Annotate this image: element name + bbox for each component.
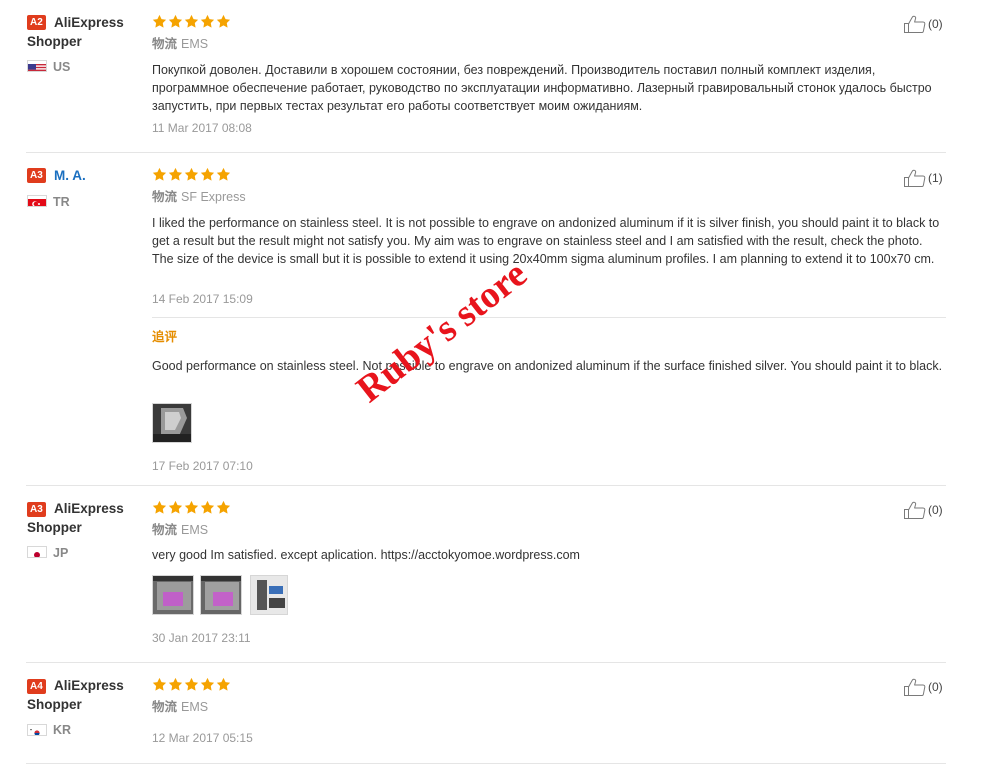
followup-divider — [152, 317, 946, 318]
star-icon — [152, 677, 167, 692]
thumbs-up-icon — [903, 14, 927, 34]
helpful-count: (0) — [928, 503, 943, 517]
star-icon — [168, 14, 183, 29]
star-icon — [216, 167, 231, 182]
reviewer-country: JP — [53, 546, 69, 560]
helpful-count: (1) — [928, 171, 943, 185]
shipping-carrier: EMS — [181, 700, 209, 714]
star-icon — [168, 500, 183, 515]
star-rating — [152, 14, 231, 29]
review-text: I liked the performance on stainless ste… — [152, 216, 940, 266]
star-icon — [184, 14, 199, 29]
shipping-carrier: EMS — [181, 523, 209, 537]
followup-text: Good performance on stainless steel. Not… — [152, 359, 943, 373]
shipping-method: 物流 EMS — [152, 523, 208, 538]
logistics-label: 物流 — [152, 190, 178, 204]
review-date: 11 Mar 2017 08:08 — [152, 121, 252, 135]
shipping-method: 物流 SF Express — [152, 190, 246, 205]
helpful-count: (0) — [928, 17, 943, 31]
review-divider — [26, 763, 946, 764]
followup-label: 追评 — [152, 330, 178, 344]
shipping-carrier: SF Express — [181, 190, 246, 204]
reviewer-country: US — [53, 60, 71, 74]
country-flag-icon — [27, 724, 47, 736]
star-icon — [216, 677, 231, 692]
star-icon — [152, 14, 167, 29]
review-date: 14 Feb 2017 15:09 — [152, 292, 253, 306]
helpful-button[interactable]: (0) — [903, 14, 943, 34]
country-flag-icon — [27, 60, 47, 72]
logistics-label: 物流 — [152, 37, 178, 51]
star-icon — [184, 167, 199, 182]
star-icon — [216, 14, 231, 29]
star-icon — [200, 167, 215, 182]
star-icon — [216, 500, 231, 515]
star-icon — [152, 500, 167, 515]
star-icon — [200, 14, 215, 29]
reviewer-name: AliExpress Shopper — [27, 678, 124, 712]
reviewer-name: AliExpress Shopper — [27, 15, 124, 49]
star-icon — [152, 167, 167, 182]
followup-date: 17 Feb 2017 07:10 — [152, 459, 253, 473]
star-icon — [184, 500, 199, 515]
review-divider — [26, 662, 946, 663]
review-photo[interactable] — [152, 575, 194, 615]
star-icon — [200, 677, 215, 692]
review-divider — [26, 152, 946, 153]
review-photo[interactable] — [250, 575, 288, 615]
star-rating — [152, 167, 231, 182]
helpful-count: (0) — [928, 680, 943, 694]
reviewer-country: TR — [53, 195, 70, 209]
star-rating — [152, 500, 231, 515]
review-date: 30 Jan 2017 23:11 — [152, 631, 251, 645]
review-photo[interactable] — [200, 575, 242, 615]
helpful-button[interactable]: (1) — [903, 168, 943, 188]
star-icon — [200, 500, 215, 515]
star-icon — [184, 677, 199, 692]
review-photo[interactable] — [152, 403, 192, 443]
reviewer-name: AliExpress Shopper — [27, 501, 124, 535]
logistics-label: 物流 — [152, 700, 178, 714]
helpful-button[interactable]: (0) — [903, 500, 943, 520]
logistics-label: 物流 — [152, 523, 178, 537]
review-text: very good Im satisfied. except aplicatio… — [152, 548, 580, 562]
star-rating — [152, 677, 231, 692]
shipping-method: 物流 EMS — [152, 700, 208, 715]
thumbs-up-icon — [903, 168, 927, 188]
thumbs-up-icon — [903, 500, 927, 520]
shipping-carrier: EMS — [181, 37, 209, 51]
helpful-button[interactable]: (0) — [903, 677, 943, 697]
thumbs-up-icon — [903, 677, 927, 697]
star-icon — [168, 677, 183, 692]
review-date: 12 Mar 2017 05:15 — [152, 731, 253, 745]
reviewer-name[interactable]: M. A. — [27, 166, 137, 185]
review-text: Покупкой доволен. Доставили в хорошем со… — [152, 63, 932, 113]
review-divider — [26, 485, 946, 486]
reviewer-country: KR — [53, 723, 72, 737]
country-flag-icon — [27, 546, 47, 558]
star-icon — [168, 167, 183, 182]
shipping-method: 物流 EMS — [152, 37, 208, 52]
country-flag-icon — [27, 195, 47, 207]
